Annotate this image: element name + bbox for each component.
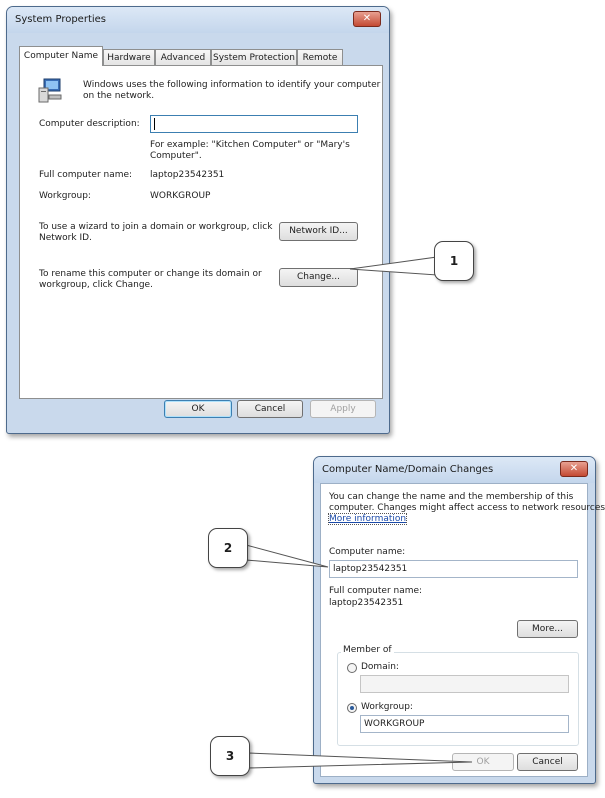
close-icon: ✕ (362, 13, 372, 24)
example-text-line1: For example: "Kitchen Computer" or "Mary… (150, 140, 350, 150)
close-icon: ✕ (569, 463, 579, 474)
network-id-text-line1: To use a wizard to join a domain or work… (39, 222, 273, 232)
text-caret (154, 118, 155, 130)
network-id-text-line2: Network ID. (39, 233, 92, 243)
workgroup-radio[interactable] (347, 703, 357, 713)
dialog-title-bar[interactable]: Computer Name/Domain Changes ✕ (314, 457, 595, 483)
dialog-close-button[interactable]: ✕ (560, 461, 588, 477)
tab-system-protection[interactable]: System Protection (211, 49, 297, 66)
dialog-intro-line1: You can change the name and the membersh… (329, 492, 574, 502)
callout-3: 3 (210, 736, 250, 776)
member-of-label: Member of (341, 645, 394, 655)
computer-name-panel: Windows uses the following information t… (19, 65, 383, 399)
tab-advanced[interactable]: Advanced (155, 49, 211, 66)
ok-button[interactable]: OK (164, 400, 232, 418)
computer-description-label: Computer description: (39, 119, 140, 129)
system-properties-window: System Properties ✕ Computer Name Hardwa… (6, 6, 390, 434)
full-computer-name-value: laptop23542351 (329, 598, 404, 608)
network-id-button[interactable]: Network ID... (279, 222, 358, 241)
cancel-button[interactable]: Cancel (517, 753, 578, 771)
full-computer-name-label: Full computer name: (39, 170, 133, 180)
workgroup-label: Workgroup: (361, 702, 413, 712)
close-button[interactable]: ✕ (353, 11, 381, 27)
computer-icon (38, 78, 62, 103)
rename-text-line2: workgroup, click Change. (39, 280, 153, 290)
full-computer-name-label: Full computer name: (329, 586, 423, 596)
rename-text-line1: To rename this computer or change its do… (39, 269, 262, 279)
computer-name-changes-window: Computer Name/Domain Changes ✕ You can c… (313, 456, 605, 784)
dialog-title: Computer Name/Domain Changes (322, 464, 494, 475)
more-information-link[interactable]: More information (327, 513, 408, 525)
domain-label: Domain: (361, 662, 399, 672)
callout-2: 2 (208, 528, 248, 568)
tab-computer-name[interactable]: Computer Name (19, 46, 103, 66)
full-computer-name-value: laptop23542351 (150, 170, 225, 180)
example-text-line2: Computer". (150, 151, 202, 161)
tab-hardware[interactable]: Hardware (103, 49, 155, 66)
computer-name-input[interactable]: laptop23542351 (329, 560, 578, 578)
more-button[interactable]: More... (517, 620, 578, 638)
computer-name-label: Computer name: (329, 547, 406, 557)
apply-button[interactable]: Apply (310, 400, 376, 418)
intro-text-line2: on the network. (83, 91, 155, 101)
window-title: System Properties (15, 14, 107, 25)
domain-input[interactable] (360, 675, 569, 693)
domain-radio[interactable] (347, 663, 357, 673)
intro-text-line1: Windows uses the following information t… (83, 80, 381, 90)
ok-button[interactable]: OK (452, 753, 514, 771)
workgroup-value: WORKGROUP (150, 191, 211, 201)
workgroup-label: Workgroup: (39, 191, 91, 201)
computer-description-input[interactable] (150, 115, 358, 133)
dialog-body: You can change the name and the membersh… (320, 483, 605, 777)
dialog-intro-line2: computer. Changes might affect access to… (329, 503, 605, 513)
title-bar[interactable]: System Properties ✕ (7, 7, 389, 33)
cancel-button[interactable]: Cancel (237, 400, 303, 418)
workgroup-input[interactable]: WORKGROUP (360, 715, 569, 733)
tab-remote[interactable]: Remote (297, 49, 343, 66)
change-button[interactable]: Change... (279, 268, 358, 287)
callout-1: 1 (434, 241, 474, 281)
